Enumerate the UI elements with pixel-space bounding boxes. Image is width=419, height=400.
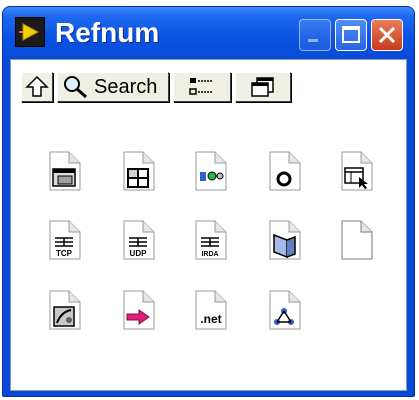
view-options-button[interactable] [173,72,231,102]
view-options-icon [189,78,212,95]
close-button[interactable] [371,19,403,51]
title-bar[interactable]: Refnum [3,7,414,59]
labview-icon [15,17,45,47]
net-label: .net [200,312,221,326]
file-udp-icon[interactable]: UDP [123,220,155,260]
file-circle-icon[interactable] [269,151,301,191]
tcp-label: TCP [56,249,73,258]
file-network-icon[interactable] [269,290,301,330]
file-arrow-icon[interactable] [123,290,155,330]
up-arrow-icon [25,75,49,97]
search-button[interactable]: Search [57,72,169,102]
file-device-icon[interactable] [195,151,227,191]
minimize-icon [308,39,318,42]
file-book-icon[interactable] [269,220,301,260]
refnum-palette-grid: TCP UDP IRDA .net [11,106,406,390]
palette-client-area: Search TCP UDP IRDA .net [10,59,407,391]
udp-label: UDP [130,249,148,258]
restore-window-icon [251,77,274,97]
file-image-icon[interactable] [49,290,81,330]
refnum-palette-window: Refnum Search TCP UDP IRDA .net [2,6,415,397]
file-grid-icon[interactable] [123,151,155,191]
maximize-button[interactable] [335,19,367,51]
palette-toolbar: Search [11,60,406,106]
blank-file-icon[interactable] [341,220,373,260]
magnifier-icon [64,76,87,99]
file-window-icon[interactable] [49,151,81,191]
window-title: Refnum [55,17,160,48]
file-tcp-icon[interactable]: TCP [49,220,81,260]
irda-label: IRDA [201,251,218,258]
search-label: Search [94,76,158,98]
restore-window-button[interactable] [235,72,291,102]
minimize-button[interactable] [299,19,331,51]
file-net-icon[interactable]: .net [195,290,227,330]
file-pointer-icon[interactable] [341,151,373,191]
maximize-icon [342,26,360,43]
up-level-button[interactable] [21,72,53,102]
close-icon [378,26,396,44]
file-irda-icon[interactable]: IRDA [195,220,227,260]
